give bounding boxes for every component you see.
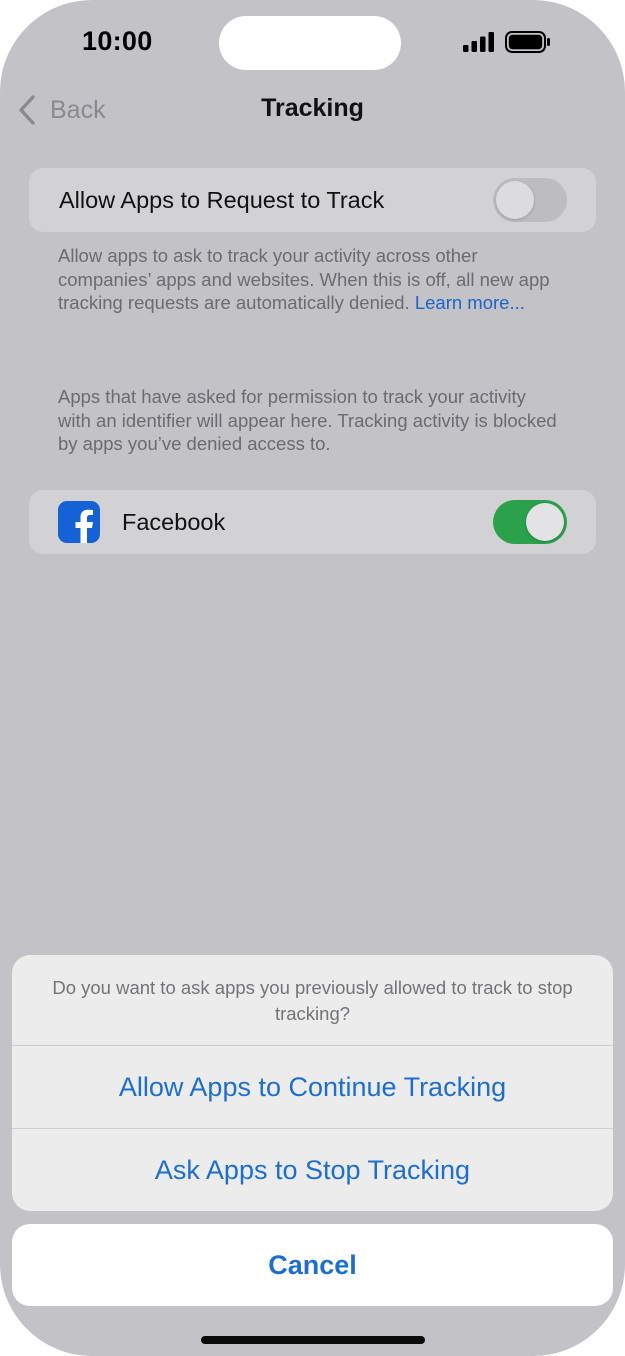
cellular-signal-icon bbox=[463, 32, 494, 52]
dynamic-island bbox=[219, 16, 401, 70]
toggle-knob bbox=[526, 503, 564, 541]
cancel-button[interactable]: Cancel bbox=[12, 1224, 613, 1306]
page-title: Tracking bbox=[261, 94, 364, 122]
facebook-tracking-toggle[interactable] bbox=[493, 500, 567, 544]
app-row-facebook: Facebook bbox=[29, 490, 596, 554]
action-sheet: Do you want to ask apps you previously a… bbox=[12, 955, 613, 1211]
allow-apps-toggle[interactable] bbox=[493, 178, 567, 222]
allow-apps-description: Allow apps to ask to track your activity… bbox=[58, 244, 558, 315]
battery-icon bbox=[505, 31, 550, 53]
allow-continue-tracking-button[interactable]: Allow Apps to Continue Tracking bbox=[12, 1046, 613, 1128]
allow-apps-label: Allow Apps to Request to Track bbox=[59, 186, 385, 213]
facebook-icon bbox=[58, 501, 100, 543]
status-time: 10:00 bbox=[82, 26, 153, 56]
ask-stop-tracking-button[interactable]: Ask Apps to Stop Tracking bbox=[12, 1129, 613, 1211]
allow-apps-row: Allow Apps to Request to Track bbox=[29, 168, 596, 232]
apps-info-text: Apps that have asked for permission to t… bbox=[58, 386, 557, 454]
app-name: Facebook bbox=[122, 508, 226, 535]
learn-more-link[interactable]: Learn more... bbox=[415, 292, 525, 313]
action-sheet-message: Do you want to ask apps you previously a… bbox=[52, 977, 573, 1024]
home-indicator[interactable] bbox=[201, 1336, 425, 1344]
toggle-knob bbox=[496, 181, 534, 219]
phone-screen: 10:00 Back Tracking Allow Apps to Reques… bbox=[0, 0, 625, 1356]
